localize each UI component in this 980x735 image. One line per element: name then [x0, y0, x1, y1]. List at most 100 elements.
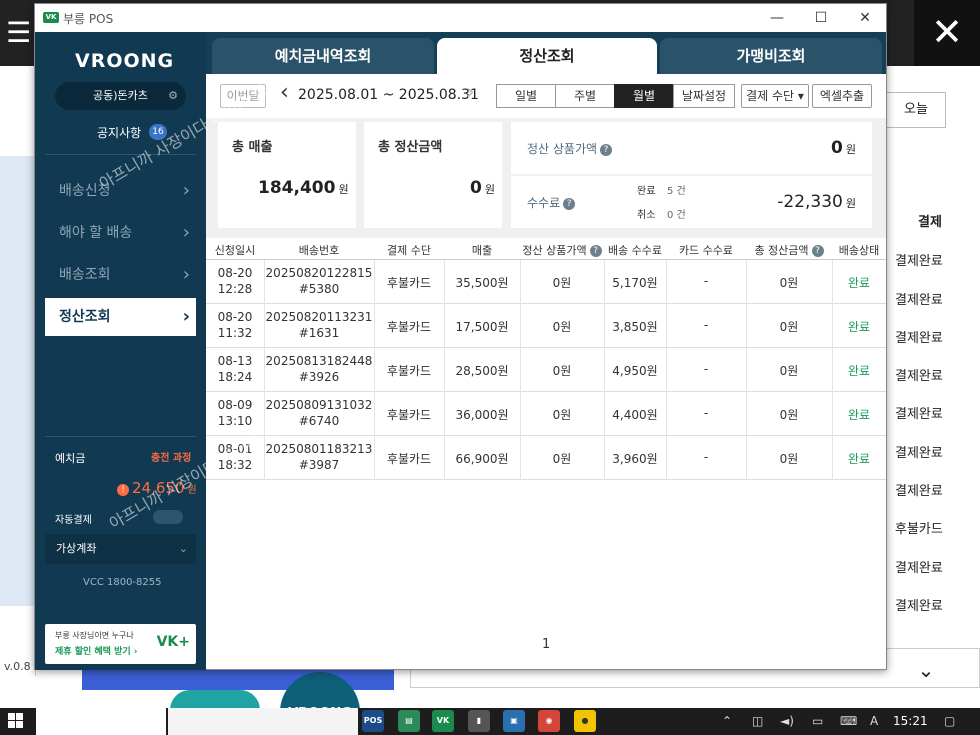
total-sales-amount: 184,400	[258, 178, 336, 198]
store-name: 공동)돈카츠	[93, 89, 148, 102]
fee-cancel-count: 0 건	[667, 210, 686, 221]
pos-app-icon[interactable]: POS	[362, 710, 384, 732]
promo-banner[interactable]: 부릉 사장님이면 누구나 제휴 할인 혜택 받기 › VK+	[45, 624, 196, 664]
row-payment: 후불카드	[386, 364, 432, 378]
table-row[interactable]: 08-20 11:32 20250820113231 #1631 후불카드 17…	[206, 304, 886, 348]
keyboard-icon[interactable]: ⌨	[840, 714, 857, 728]
chevron-right-icon[interactable]: ›	[466, 80, 475, 105]
chevron-right-icon: ›	[182, 306, 190, 327]
col-header: 배송 수수료	[607, 244, 663, 257]
taskbar-pinned-panel[interactable]	[36, 698, 166, 735]
sidebar-item-label: 배송신청	[59, 183, 111, 199]
virtual-account-label: 가상계좌	[56, 542, 97, 555]
row-sales: 28,500원	[455, 364, 509, 378]
brand-logo: VROONG	[75, 50, 175, 72]
sidebar-item-settlement[interactable]: 정산조회 ›	[45, 298, 196, 336]
row-date: 08-01	[217, 442, 253, 456]
row-sales: 17,500원	[455, 320, 509, 334]
help-icon[interactable]: ?	[600, 144, 613, 156]
gear-icon[interactable]: ⚙	[168, 82, 178, 110]
unit-label: 원	[484, 183, 495, 196]
product-amount-value: 0원	[831, 138, 856, 158]
store-selector[interactable]: 공동)돈카츠 ⚙	[55, 82, 186, 110]
chevron-right-icon: ›	[182, 222, 190, 243]
row-product-amount: 0원	[552, 452, 572, 466]
camera-icon[interactable]: ◫	[752, 714, 763, 728]
tab-deposit-history[interactable]: 예치금내역조회	[212, 38, 434, 74]
autopay-toggle[interactable]	[153, 510, 183, 524]
app-icon[interactable]: ▮	[468, 710, 490, 732]
sidebar-item-todo-delivery[interactable]: 해야 할 배송 ›	[45, 214, 196, 252]
deposit-balance: ! 24,650 원	[117, 479, 197, 497]
background-status: 결제완료	[895, 293, 943, 308]
clock[interactable]: 15:21	[893, 714, 928, 728]
hamburger-icon[interactable]: ☰	[6, 16, 31, 49]
today-button[interactable]: 오늘	[886, 92, 946, 128]
version-label: v.0.8	[4, 660, 31, 673]
row-status: 완료	[847, 364, 871, 378]
period-daily[interactable]: 일별	[496, 84, 556, 108]
close-icon[interactable]: ✕	[914, 0, 980, 66]
virtual-account-dropdown[interactable]: 가상계좌 ⌄	[45, 534, 196, 564]
row-product-amount: 0원	[552, 408, 572, 422]
background-status: 결제완료	[895, 561, 943, 576]
autopay-label: 자동결제	[55, 515, 92, 526]
tab-franchise-fee[interactable]: 가맹비조회	[660, 38, 882, 74]
background-status: 후불카드	[895, 522, 943, 537]
volume-icon[interactable]: ◄)	[780, 714, 794, 728]
title-bar: VK 부릉 POS — ☐ ✕	[35, 4, 886, 32]
sidebar-item-delivery-request[interactable]: 배송신청 ›	[45, 172, 196, 210]
warning-icon: !	[117, 484, 129, 496]
ime-indicator[interactable]: A	[870, 714, 878, 728]
row-date: 08-20	[217, 266, 253, 280]
period-monthly[interactable]: 월별	[614, 84, 674, 108]
table-row[interactable]: 08-09 13:10 20250809131032 #6740 후불카드 36…	[206, 392, 886, 436]
notification-icon[interactable]: ▢	[944, 714, 955, 728]
total-sales-value: 184,400 원	[258, 178, 349, 198]
app-icon[interactable]: ▤	[398, 710, 420, 732]
maximize-button[interactable]: ☐	[801, 7, 841, 29]
table-row[interactable]: 08-13 18:24 20250813182448 #3926 후불카드 28…	[206, 348, 886, 392]
chevron-down-icon[interactable]: ⌄	[893, 651, 959, 689]
row-date: 08-09	[217, 398, 253, 412]
tab-settlement[interactable]: 정산조회	[437, 38, 657, 74]
row-order-number: 20250820113231	[265, 310, 373, 324]
chrome-icon[interactable]: ◉	[538, 710, 560, 732]
table-header: 신청일시 배송번호 결제 수단 매출 정산 상품가액? 배송 수수료 카드 수수…	[206, 238, 886, 260]
vk-app-icon[interactable]: VK	[432, 710, 454, 732]
close-window-button[interactable]: ✕	[845, 7, 885, 29]
kakaotalk-icon[interactable]: ●	[574, 710, 596, 732]
charge-link[interactable]: 충전 과정	[151, 449, 191, 464]
minimize-button[interactable]: —	[757, 7, 797, 29]
payment-method-dropdown[interactable]: 결제 수단 ▾	[741, 84, 809, 108]
excel-export-button[interactable]: 엑셀추출	[812, 84, 872, 108]
toolbar: 이번달 ‹ 2025.08.01 ~ 2025.08.31 › 일별 주별 월별…	[206, 74, 886, 118]
divider	[45, 436, 196, 437]
table-row[interactable]: 08-01 18:32 20250801183213 #3987 후불카드 66…	[206, 436, 886, 480]
row-time: 13:10	[217, 414, 253, 428]
notice-link[interactable]: 공지사항	[97, 124, 141, 141]
row-card-fee: -	[703, 274, 709, 288]
taskbar-search[interactable]	[168, 708, 358, 735]
app-icon[interactable]: ▣	[503, 710, 525, 732]
period-custom[interactable]: 날짜설정	[673, 84, 735, 108]
row-card-fee: -	[703, 362, 709, 376]
help-icon[interactable]: ?	[811, 245, 824, 257]
chevron-up-icon[interactable]: ⌃	[722, 714, 732, 728]
network-icon[interactable]: ▭	[812, 714, 823, 728]
chevron-left-icon[interactable]: ‹	[280, 80, 289, 105]
row-product-amount: 0원	[552, 364, 572, 378]
help-icon[interactable]: ?	[563, 198, 576, 210]
row-payment: 후불카드	[386, 408, 432, 422]
period-weekly[interactable]: 주별	[555, 84, 615, 108]
table-row[interactable]: 08-20 12:28 20250820122815 #5380 후불카드 35…	[206, 260, 886, 304]
this-month-button[interactable]: 이번달	[220, 84, 266, 108]
sidebar-item-delivery-lookup[interactable]: 배송조회 ›	[45, 256, 196, 294]
taskbar: POS ▤ VK ▮ ▣ ◉ ● ⌃ ◫ ◄) ▭ ⌨ A 15:21 ▢	[0, 698, 980, 735]
page-number[interactable]: 1	[542, 637, 550, 652]
fee-text: 수수료	[527, 196, 561, 210]
help-icon[interactable]: ?	[589, 245, 602, 257]
row-order-number: 20250801183213	[265, 442, 373, 456]
row-delivery-fee: 4,950원	[612, 364, 658, 378]
windows-start-icon[interactable]	[8, 713, 24, 729]
